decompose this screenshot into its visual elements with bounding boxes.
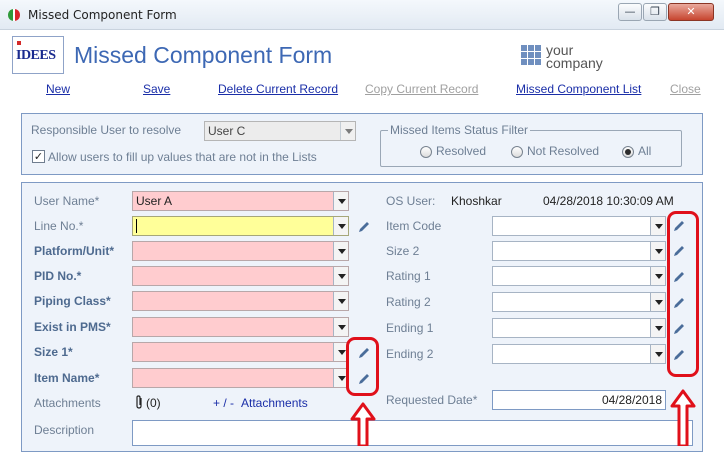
company-logo-text: your company [546, 42, 603, 71]
pid-no-label: PID No.* [34, 269, 82, 283]
size-1-label: Size 1* [34, 345, 73, 359]
requested-date-input[interactable]: 04/28/2018 [492, 390, 666, 410]
add-remove-attachments-button[interactable]: + / - [213, 396, 234, 410]
size-2-label: Size 2 [386, 244, 420, 258]
size-2-select[interactable] [492, 241, 666, 261]
window-title: Missed Component Form [28, 8, 177, 22]
description-input[interactable] [132, 420, 693, 446]
ending-1-select[interactable] [492, 318, 666, 338]
logo-text: IDEES [16, 48, 56, 63]
missed-component-list-button[interactable]: Missed Component List [516, 82, 641, 96]
exist-in-pms-label: Exist in PMS* [34, 320, 111, 334]
attachments-count: (0) [146, 396, 161, 410]
save-button[interactable]: Save [143, 82, 170, 96]
ending-2-select[interactable] [492, 344, 666, 364]
close-window-button[interactable]: ✕ [668, 3, 714, 21]
maximize-button[interactable]: ❐ [643, 3, 667, 21]
piping-class-select[interactable] [132, 291, 349, 311]
close-button[interactable]: Close [670, 82, 701, 96]
minimize-icon: — [624, 5, 636, 18]
radio-not-resolved-label: Not Resolved [527, 144, 600, 158]
chevron-down-icon [333, 242, 348, 260]
app-icon [8, 9, 20, 21]
radio-resolved[interactable] [420, 146, 432, 158]
requested-date-label: Requested Date* [386, 393, 478, 407]
radio-all-label: All [638, 144, 652, 158]
annotation-box-right [667, 211, 699, 377]
chevron-down-icon [650, 242, 665, 260]
attachments-label: Attachments [34, 396, 101, 410]
chevron-down-icon [333, 267, 348, 285]
status-filter-title: Missed Items Status Filter [388, 123, 531, 137]
radio-all[interactable] [622, 146, 634, 158]
close-icon: ✕ [686, 5, 696, 18]
responsible-label: Responsible User to resolve [31, 123, 182, 137]
radio-resolved-label: Resolved [436, 144, 487, 158]
chevron-down-icon [650, 217, 665, 235]
chevron-down-icon [333, 217, 348, 235]
chevron-down-icon [340, 122, 355, 140]
rating-2-select[interactable] [492, 292, 666, 312]
size-1-select[interactable] [132, 342, 349, 362]
os-user-label: OS User: [386, 194, 436, 208]
chevron-down-icon [650, 319, 665, 337]
item-code-select[interactable] [492, 216, 666, 236]
new-button[interactable]: New [46, 82, 70, 96]
radio-not-resolved[interactable] [511, 146, 523, 158]
company-logo-icon [521, 45, 541, 65]
minimize-button[interactable]: — [618, 3, 642, 21]
chevron-down-icon [333, 192, 348, 210]
chevron-down-icon [650, 345, 665, 363]
annotation-arrow-up-icon [670, 389, 696, 446]
text-cursor [136, 219, 137, 233]
user-name-select[interactable]: User A [132, 191, 349, 211]
chevron-down-icon [650, 267, 665, 285]
allow-values-checkbox[interactable]: ✓ [32, 150, 45, 163]
item-name-select[interactable] [132, 368, 349, 388]
platform-unit-select[interactable] [132, 241, 349, 261]
maximize-icon: ❐ [650, 5, 660, 18]
copy-record-button[interactable]: Copy Current Record [365, 82, 478, 96]
chevron-down-icon [333, 318, 348, 336]
annotation-arrow-up-icon [350, 402, 376, 446]
rating-1-select[interactable] [492, 266, 666, 286]
edit-line-no-pencil-icon[interactable] [357, 220, 371, 234]
exist-in-pms-select[interactable] [132, 317, 349, 337]
allow-values-label: Allow users to fill up values that are n… [48, 150, 317, 164]
platform-unit-label: Platform/Unit* [34, 244, 115, 258]
ending-2-label: Ending 2 [386, 347, 434, 361]
description-label: Description [34, 423, 95, 437]
line-no-select[interactable] [132, 216, 349, 236]
page-title: Missed Component Form [74, 42, 333, 68]
chevron-down-icon [333, 292, 348, 310]
line-no-label: Line No.* [34, 219, 84, 233]
rating-2-label: Rating 2 [386, 295, 431, 309]
rating-1-label: Rating 1 [386, 269, 431, 283]
item-code-label: Item Code [386, 219, 442, 233]
chevron-down-icon [650, 293, 665, 311]
item-name-label: Item Name* [34, 371, 100, 385]
attachments-link[interactable]: Attachments [241, 396, 308, 410]
user-name-label: User Name* [34, 194, 100, 208]
os-user-value: Khoshkar [451, 194, 502, 208]
ending-1-label: Ending 1 [386, 321, 434, 335]
timestamp: 04/28/2018 10:30:09 AM [543, 194, 674, 208]
delete-record-button[interactable]: Delete Current Record [218, 82, 338, 96]
responsible-user-select[interactable]: User C [204, 121, 356, 141]
paperclip-icon [136, 395, 142, 409]
piping-class-label: Piping Class* [34, 294, 111, 308]
annotation-box-left [346, 337, 379, 396]
logo-dot [17, 41, 21, 45]
pid-no-select[interactable] [132, 266, 349, 286]
